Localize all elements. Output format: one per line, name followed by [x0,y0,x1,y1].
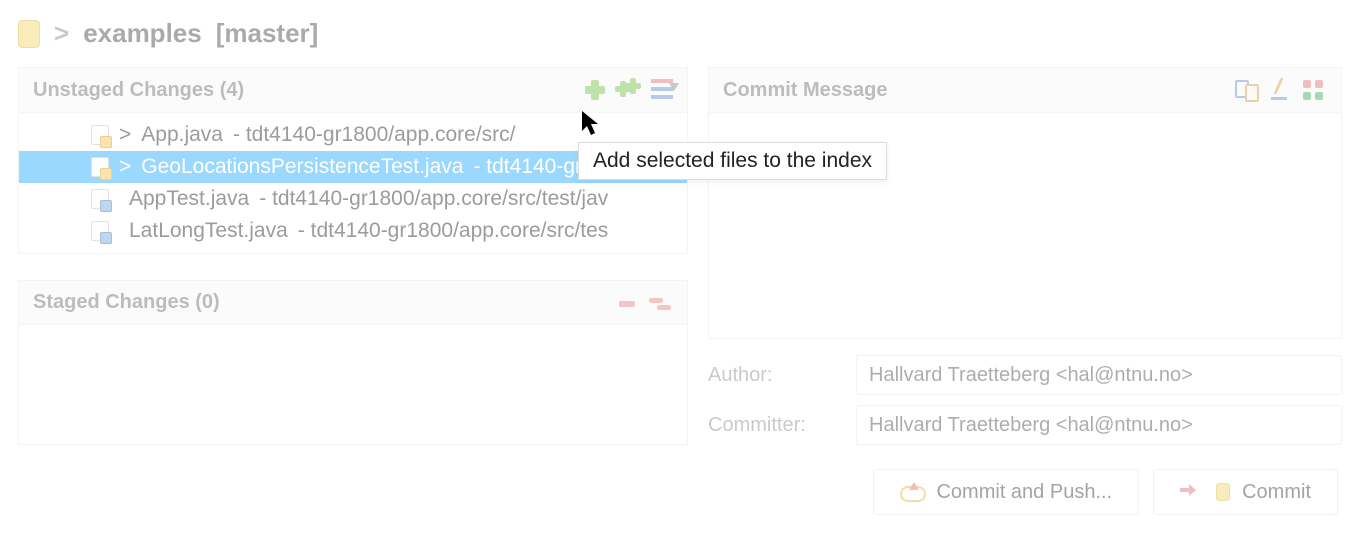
add-all-icon[interactable] [617,78,641,102]
commit-message-title: Commit Message [723,79,888,102]
author-input[interactable]: Hallvard Traetteberg <hal@ntnu.no> [856,355,1342,395]
title-bar: > examples [master] [0,0,1360,59]
java-file-untracked-icon [91,221,109,241]
author-label: Author: [708,364,838,387]
sort-presentation-icon[interactable] [651,79,673,101]
file-path: - tdt4140-gr1800/app.core/src/test/jav [259,187,608,211]
file-dirty-prefix: > [119,123,131,147]
committer-row: Committer: Hallvard Traetteberg <hal@ntn… [708,405,1342,445]
file-path: - tdt4140-gr1800/app.core/src/tes [298,219,609,243]
file-name: LatLongTest.java [129,219,288,243]
java-file-modified-icon [91,157,109,177]
unstage-all-icon[interactable] [649,298,673,308]
tooltip-text: Add selected files to the index [593,149,872,172]
add-selected-icon[interactable] [583,78,607,102]
unstaged-title: Unstaged Changes (4) [33,79,244,102]
commit-message-header: Commit Message [708,67,1342,113]
branch-name: [master] [216,18,319,49]
staged-file-list [18,325,688,445]
file-name: App.java [141,123,223,147]
file-row[interactable]: LatLongTest.java - tdt4140-gr1800/app.co… [19,215,687,247]
commit-and-push-button[interactable]: Commit and Push... [873,469,1139,515]
repository-icon [18,20,40,48]
push-cloud-icon [900,480,924,504]
file-name: GeoLocationsPersistenceTest.java [141,155,463,179]
compare-icon[interactable] [1235,78,1259,102]
commit-arrow-icon [1180,480,1204,504]
java-file-untracked-icon [91,189,109,209]
cursor-icon [580,110,602,138]
tooltip: Add selected files to the index [578,142,887,180]
java-file-modified-icon [91,125,109,145]
unstaged-header: Unstaged Changes (4) [18,67,688,113]
committer-label: Committer: [708,414,838,437]
repository-name: examples [83,18,202,49]
sign-off-icon[interactable] [1269,78,1293,102]
amend-icon[interactable] [1303,78,1327,102]
staged-header: Staged Changes (0) [18,280,688,325]
file-path: - tdt4140-gr1800/app.core/src/ [233,123,516,147]
file-row[interactable]: AppTest.java - tdt4140-gr1800/app.core/s… [19,183,687,215]
commit-and-push-label: Commit and Push... [936,481,1112,504]
repository-small-icon [1216,483,1230,501]
committer-value: Hallvard Traetteberg <hal@ntnu.no> [869,414,1193,437]
committer-input[interactable]: Hallvard Traetteberg <hal@ntnu.no> [856,405,1342,445]
file-dirty-prefix: > [119,155,131,179]
commit-button[interactable]: Commit [1153,469,1338,515]
file-name: AppTest.java [129,187,249,211]
unstage-selected-icon[interactable] [615,298,639,308]
author-value: Hallvard Traetteberg <hal@ntnu.no> [869,364,1193,387]
staged-title: Staged Changes (0) [33,291,220,314]
breadcrumb-separator: > [54,18,69,49]
author-row: Author: Hallvard Traetteberg <hal@ntnu.n… [708,355,1342,395]
commit-label: Commit [1242,481,1311,504]
